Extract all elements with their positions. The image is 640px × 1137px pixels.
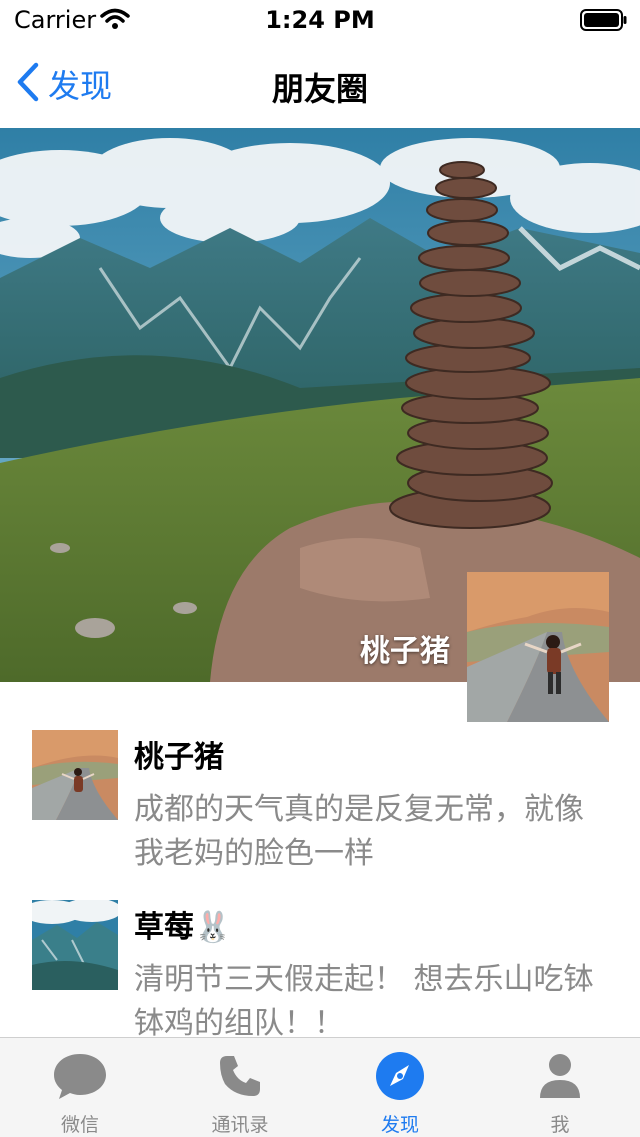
clock: 1:24 PM (265, 6, 375, 34)
tab-bar: 微信 通讯录 发现 我 (0, 1037, 640, 1137)
cover-user-name: 桃子猪 (360, 634, 450, 669)
tab-label: 我 (550, 1114, 570, 1136)
post-text: 清明节三天假走起！ 想去乐山吃钵钵鸡的组队！！ (134, 962, 594, 1041)
moments-feed: 桃子猪 成都的天气真的是反复无常，就像我老妈的脸色一样 草莓🐰 清明节三天假走起… (0, 730, 640, 1070)
post-text: 成都的天气真的是反复无常，就像我老妈的脸色一样 (134, 792, 584, 871)
tab-label: 微信 (60, 1114, 99, 1136)
author-avatar[interactable] (32, 730, 118, 820)
profile-avatar[interactable] (467, 572, 609, 722)
navigation-bar: 发现 朋友圈 (0, 40, 640, 128)
status-bar: Carrier 1:24 PM (0, 0, 640, 40)
tab-label: 发现 (380, 1114, 419, 1136)
tab-contacts[interactable]: 通讯录 (160, 1038, 320, 1137)
person-icon (532, 1050, 588, 1102)
compass-icon (372, 1050, 428, 1102)
phone-icon (212, 1050, 268, 1102)
tab-chats[interactable]: 微信 (0, 1038, 160, 1137)
page-title: 朋友圈 (271, 70, 368, 108)
author-avatar[interactable] (32, 900, 118, 990)
moment-post: 桃子猪 成都的天气真的是反复无常，就像我老妈的脸色一样 (0, 730, 640, 900)
author-name[interactable]: 桃子猪 (134, 732, 224, 776)
tab-me[interactable]: 我 (480, 1038, 640, 1137)
tab-label: 通讯录 (211, 1114, 269, 1136)
author-name[interactable]: 草莓🐰 (134, 902, 231, 946)
chat-bubble-icon (52, 1050, 108, 1102)
tab-discover[interactable]: 发现 (320, 1038, 480, 1137)
battery-icon (580, 9, 628, 35)
